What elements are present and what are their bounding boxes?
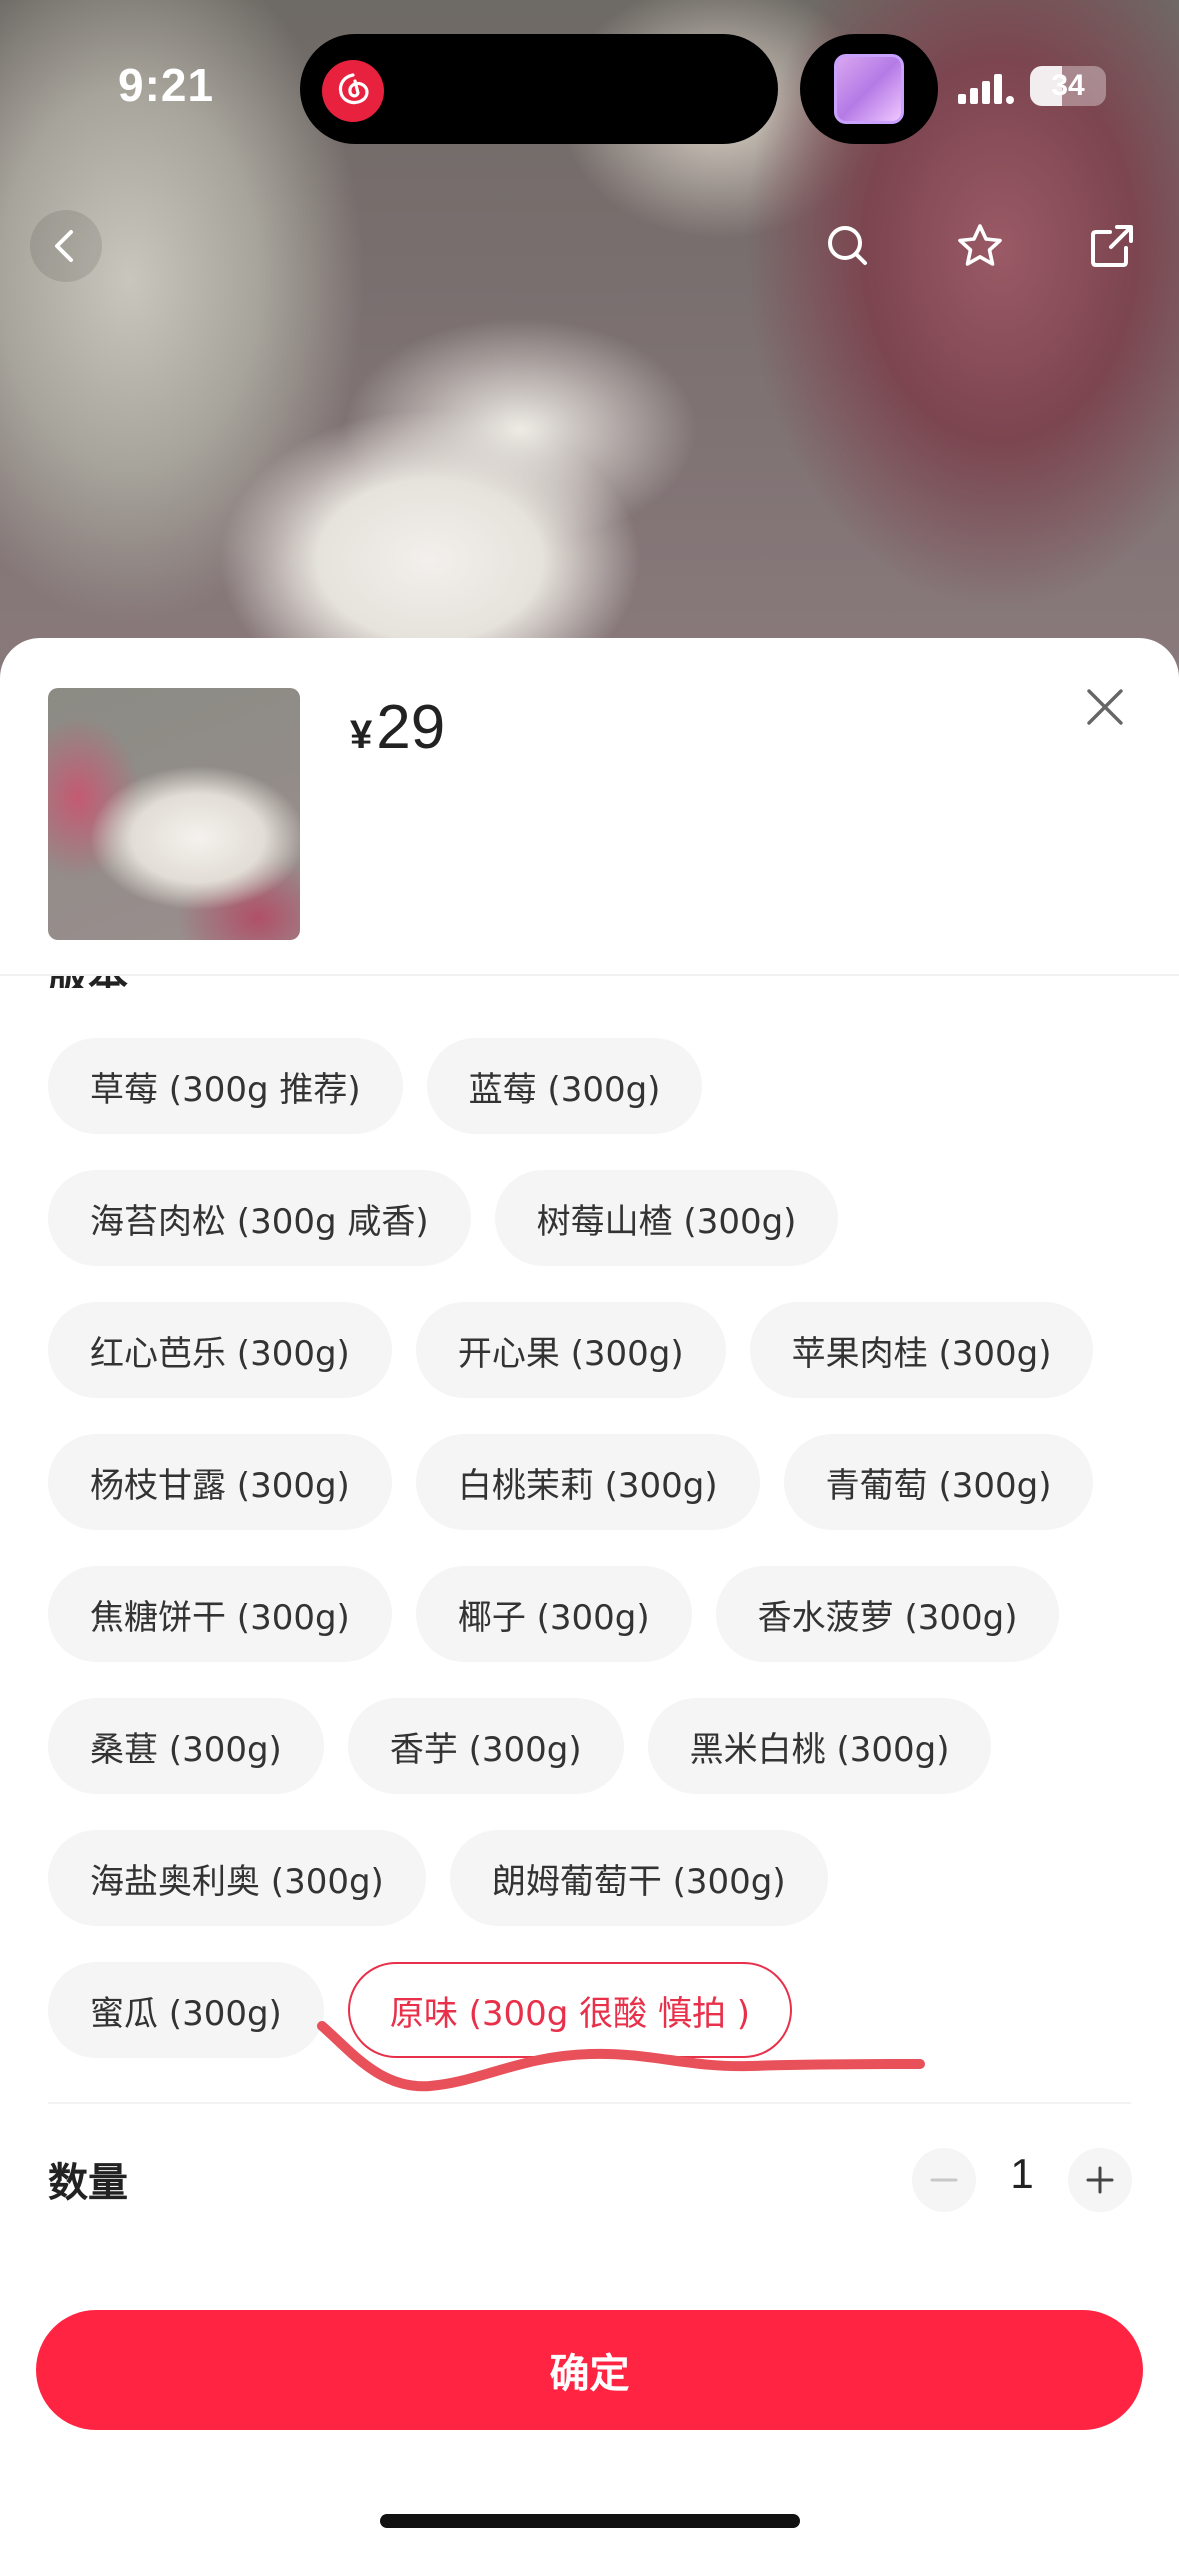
star-icon (958, 224, 1002, 266)
quantity-value: 1 (1010, 2150, 1034, 2197)
hand-drawn-underline (317, 2021, 925, 2092)
chevron-left-icon (55, 230, 73, 262)
share-icon (1091, 225, 1133, 267)
variant-option[interactable]: 苹果肉桂 (300g) (749, 1302, 1094, 1398)
variant-row: 红心芭乐 (300g) 开心果 (300g) 苹果肉桂 (300g) (48, 1302, 1148, 1398)
plus-icon (1086, 2166, 1114, 2194)
variant-option[interactable]: 青葡萄 (300g) (783, 1434, 1094, 1530)
confirm-button[interactable]: 确定 (36, 2310, 1143, 2430)
variant-row: 海盐奥利奥 (300g) 朗姆葡萄干 (300g) (48, 1830, 1148, 1926)
variant-option[interactable]: 黑米白桃 (300g) (647, 1698, 992, 1794)
variant-option[interactable]: 草莓 (300g 推荐) (48, 1038, 403, 1134)
product-price: ¥ 29 (350, 692, 445, 763)
favorite-button[interactable] (944, 210, 1016, 282)
variant-option[interactable]: 红心芭乐 (300g) (48, 1302, 392, 1398)
variant-option[interactable]: 香芋 (300g) (347, 1698, 624, 1794)
variant-option[interactable]: 桑葚 (300g) (48, 1698, 324, 1794)
quantity-increase-button[interactable] (1068, 2148, 1132, 2212)
quantity-divider (48, 2102, 1131, 2104)
variant-option[interactable]: 树莓山楂 (300g) (494, 1170, 839, 1266)
battery-level: 34 (1030, 66, 1106, 106)
variant-option[interactable]: 海盐奥利奥 (300g) (48, 1830, 426, 1926)
minus-icon (930, 2178, 958, 2182)
live-activity-thumbnail (834, 54, 904, 124)
close-icon (1087, 689, 1123, 725)
product-thumbnail (48, 688, 300, 940)
quantity-decrease-button[interactable] (912, 2148, 976, 2212)
back-button[interactable] (30, 210, 102, 282)
variant-option[interactable]: 海苔肉松 (300g 咸香) (48, 1170, 471, 1266)
variant-option[interactable]: 蜜瓜 (300g) (48, 1962, 324, 2058)
variant-option[interactable]: 焦糖饼干 (300g) (48, 1566, 392, 1662)
variant-option[interactable]: 朗姆葡萄干 (300g) (449, 1830, 828, 1926)
search-button[interactable] (812, 210, 884, 282)
netease-music-icon-glyph (338, 73, 369, 105)
variant-option[interactable]: 蓝莓 (300g) (426, 1038, 703, 1134)
variant-row: 海苔肉松 (300g 咸香) 树莓山楂 (300g) (48, 1170, 1148, 1266)
status-time: 9:21 (118, 59, 215, 111)
signal-icon (958, 74, 1014, 104)
variant-option[interactable]: 开心果 (300g) (415, 1302, 726, 1398)
quantity-label: 数量 (48, 2160, 128, 2206)
search-icon (828, 226, 867, 265)
variant-row: 杨枝甘露 (300g) 白桃茉莉 (300g) 青葡萄 (300g) (48, 1434, 1148, 1530)
variant-row: 桑葚 (300g) 香芋 (300g) 黑米白桃 (300g) (48, 1698, 1148, 1794)
variant-row: 草莓 (300g 推荐) 蓝莓 (300g) (48, 1038, 1148, 1134)
header-divider (0, 974, 1179, 976)
variant-option[interactable]: 白桃茉莉 (300g) (415, 1434, 760, 1530)
netease-music-icon (322, 60, 384, 122)
currency-symbol: ¥ (350, 713, 373, 757)
variant-row: 焦糖饼干 (300g) 椰子 (300g) 香水菠萝 (300g) (48, 1566, 1148, 1662)
share-button[interactable] (1076, 210, 1148, 282)
variant-option[interactable]: 香水菠萝 (300g) (715, 1566, 1060, 1662)
close-button[interactable] (1080, 682, 1130, 732)
home-indicator (380, 2514, 800, 2528)
variant-option[interactable]: 杨枝甘露 (300g) (48, 1434, 392, 1530)
variant-option[interactable]: 椰子 (300g) (415, 1566, 692, 1662)
price-value: 29 (376, 693, 446, 762)
variant-options: 草莓 (300g 推荐) 蓝莓 (300g) 海苔肉松 (300g 咸香) 树莓山楂 … (48, 1038, 1148, 2094)
